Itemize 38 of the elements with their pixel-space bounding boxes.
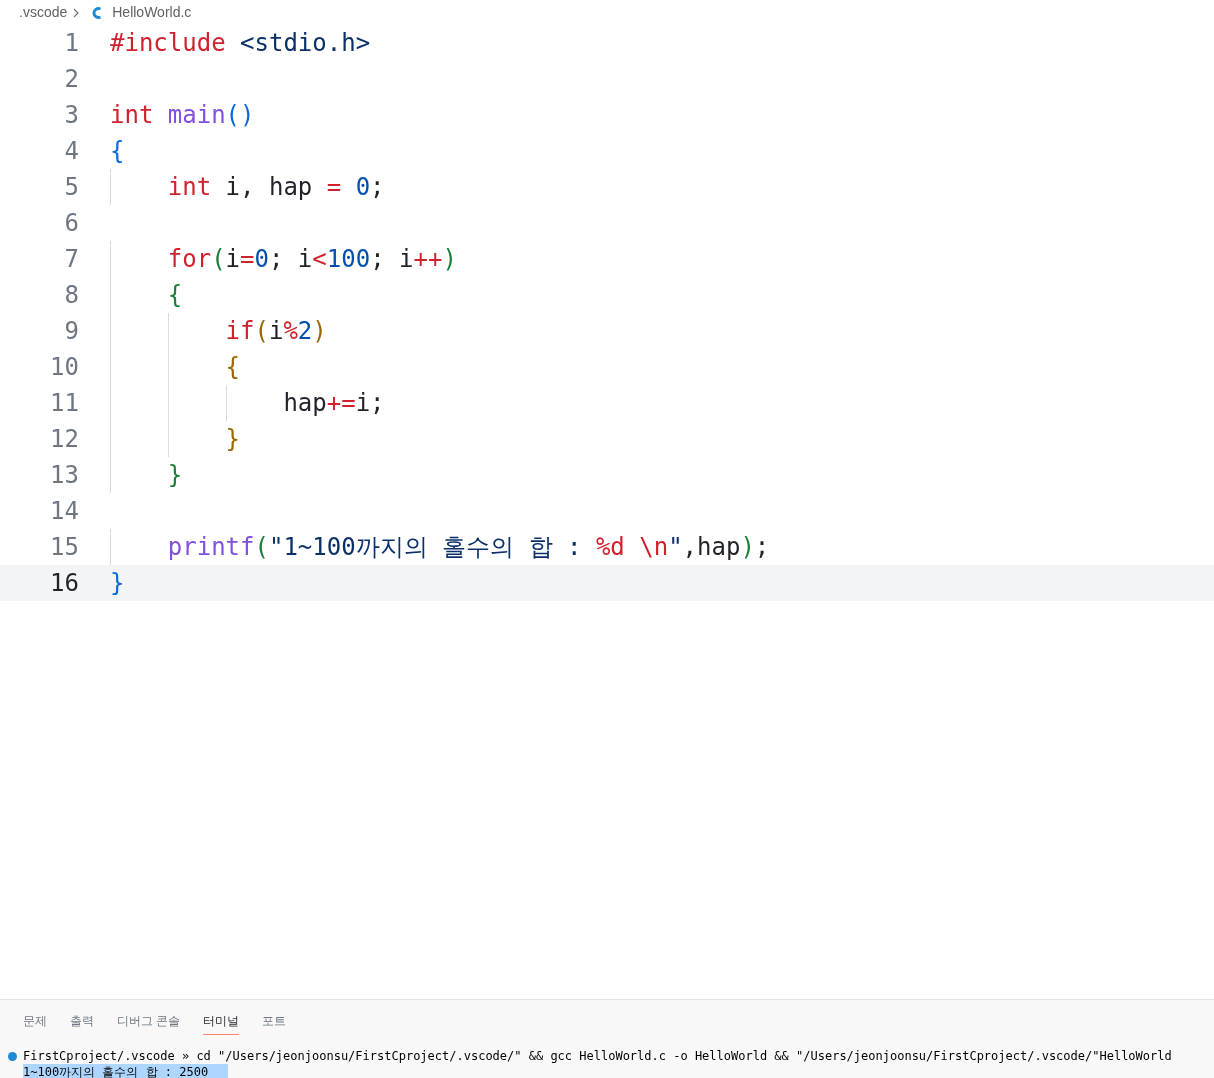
line-number: 14 [49, 496, 79, 527]
line-number: 8 [63, 280, 79, 311]
code-line: } [110, 421, 241, 457]
chevron-right-icon [72, 6, 81, 19]
line-number: 16 [49, 568, 79, 599]
terminal-line: FirstCproject/.vscode » cd "/Users/jeonjoonsu/FirstCproject/.vscode/" && gcc HelloWorld.c -o HelloWorld && "/Users/jeonjoonsu/FirstCproject/.vscode/"HelloWorld [23, 1048, 1173, 1064]
code-line: } [110, 568, 125, 599]
panel-tab[interactable]: 문제 [23, 1012, 47, 1035]
line-number: 15 [49, 532, 79, 563]
line-number: 11 [49, 388, 79, 419]
line-number: 7 [63, 244, 79, 275]
code-line: { [110, 349, 241, 385]
code-line: int main() [110, 100, 255, 131]
line-number: 12 [49, 424, 79, 455]
line-number: 5 [63, 172, 79, 203]
c-file-icon [91, 5, 104, 20]
code-line: #include <stdio.h> [110, 28, 371, 59]
code-line: int i, hap = 0; [110, 169, 385, 205]
line-number: 10 [49, 352, 79, 383]
line-number: 2 [63, 64, 79, 95]
line-number: 9 [63, 316, 79, 347]
code-line: hap+=i; [110, 385, 385, 421]
line-number: 6 [63, 208, 79, 239]
panel-tab[interactable]: 출력 [70, 1012, 94, 1035]
line-number: 4 [63, 136, 79, 167]
code-line: for(i=0; i<100; i++) [110, 241, 457, 277]
breadcrumb-folder[interactable]: .vscode [19, 2, 68, 23]
line-number: 1 [63, 28, 79, 59]
code-line: if(i%2) [110, 313, 327, 349]
line-number: 3 [63, 100, 79, 131]
panel-tab[interactable]: 포트 [262, 1012, 287, 1035]
line-number: 13 [49, 460, 79, 491]
code-line: { [110, 136, 125, 167]
panel-tab[interactable]: 터미널 [203, 1012, 240, 1035]
code-line: { [110, 277, 183, 313]
code-line: } [110, 457, 183, 493]
breadcrumb-file[interactable]: HelloWorld.c [112, 2, 192, 23]
panel-tab[interactable]: 디버그 콘솔 [117, 1012, 181, 1035]
